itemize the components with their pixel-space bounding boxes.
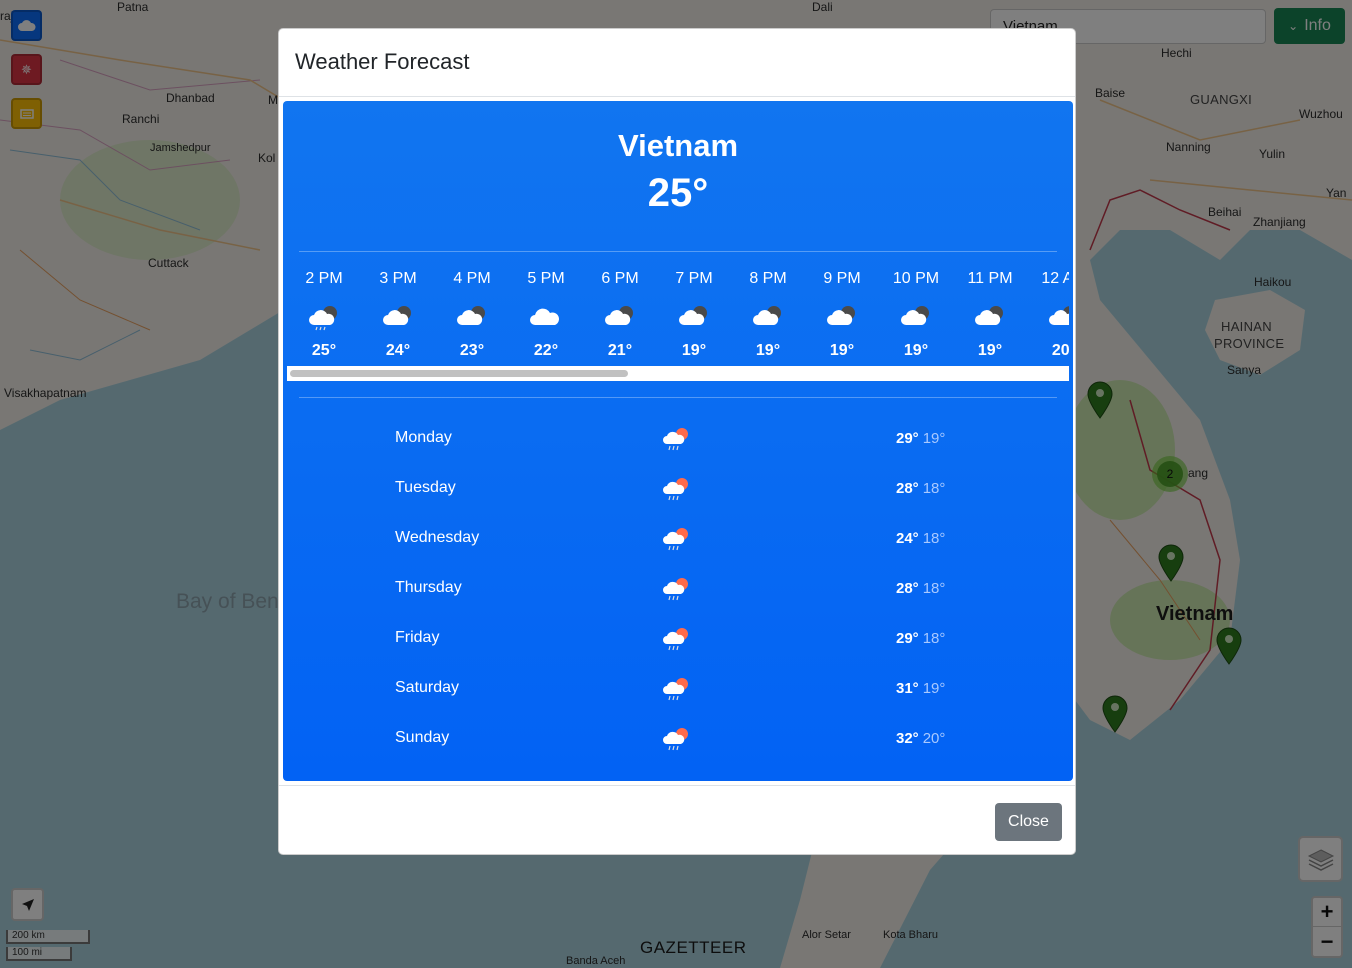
day-high: 28° [896, 580, 919, 597]
daily-row: Saturday 31° 19° [283, 664, 1073, 714]
close-button[interactable]: Close [995, 803, 1062, 841]
hourly-time: 7 PM [675, 270, 713, 287]
day-name: Sunday [395, 729, 450, 746]
hourly-temperature: 19° [755, 342, 781, 359]
hourly-time: 4 PM [453, 270, 491, 287]
day-high: 24° [896, 530, 919, 547]
hourly-temperature: 20° [1051, 342, 1069, 359]
hourly-item: 12 AM 20° [1027, 270, 1069, 360]
hourly-time: 9 PM [823, 270, 861, 287]
weather-modal: Weather Forecast Vietnam 25° 2 PM 25° 3 PM… [278, 28, 1076, 855]
day-temperatures: 31° 19° [896, 680, 945, 697]
day-low: 19° [922, 680, 946, 697]
cloud-icon [509, 292, 583, 342]
day-low: 20° [922, 730, 946, 747]
day-name: Thursday [395, 579, 462, 596]
cloud-night-icon [1027, 292, 1069, 342]
day-temperatures: 24° 18° [896, 530, 945, 547]
weather-location: Vietnam [617, 128, 739, 163]
rain-sun-cloud-icon [663, 475, 691, 503]
cloud-night-icon [953, 292, 1027, 342]
day-high: 29° [896, 630, 919, 647]
day-low: 18° [922, 580, 946, 597]
day-name: Monday [395, 429, 452, 446]
day-high: 32° [896, 730, 919, 747]
hourly-time: 8 PM [749, 270, 787, 287]
cloud-night-icon [657, 292, 731, 342]
hourly-time: 2 PM [305, 270, 343, 287]
rain-sun-cloud-icon [663, 675, 691, 703]
day-temperatures: 29° 19° [896, 430, 945, 447]
modal-header: Weather Forecast [279, 29, 1075, 97]
hourly-time: 5 PM [527, 270, 565, 287]
day-low: 19° [922, 430, 946, 447]
hourly-temperature: 22° [533, 342, 559, 359]
weather-card: Vietnam 25° 2 PM 25° 3 PM 24° 4 PM 23° 5 PM 22°… [283, 101, 1073, 781]
day-name: Wednesday [395, 529, 480, 546]
hourly-temperature: 19° [903, 342, 929, 359]
daily-row: Wednesday 24° 18° [283, 514, 1073, 564]
daily-row: Monday 29° 19° [283, 414, 1073, 464]
rain-sun-cloud-icon [663, 625, 691, 653]
hourly-item: 6 PM 21° [583, 270, 657, 360]
daily-row: Tuesday 28° 18° [283, 464, 1073, 514]
hourly-scrollbar[interactable] [287, 366, 1069, 381]
divider [299, 251, 1057, 252]
hourly-temperature: 19° [681, 342, 707, 359]
day-high: 31° [896, 680, 919, 697]
hourly-item: 3 PM 24° [361, 270, 435, 360]
day-temperatures: 28° 18° [896, 480, 945, 497]
day-temperatures: 28° 18° [896, 580, 945, 597]
hourly-temperature: 19° [829, 342, 855, 359]
day-name: Saturday [395, 679, 460, 696]
rain-sun-cloud-icon [663, 425, 691, 453]
cloud-night-icon [583, 292, 657, 342]
hourly-item: 2 PM 25° [287, 270, 361, 360]
rain-sun-cloud-icon [663, 525, 691, 553]
hourly-temperature: 23° [459, 342, 485, 359]
rain-cloud-night-icon [287, 292, 361, 342]
hourly-temperature: 19° [977, 342, 1003, 359]
modal-title: Weather Forecast [295, 49, 470, 74]
hourly-temperature: 21° [607, 342, 633, 359]
hourly-time: 12 AM [1041, 270, 1069, 287]
hourly-item: 5 PM 22° [509, 270, 583, 360]
scrollbar-thumb[interactable] [290, 370, 628, 377]
hourly-item: 8 PM 19° [731, 270, 805, 360]
day-low: 18° [922, 480, 946, 497]
hourly-temperature: 24° [385, 342, 411, 359]
cloud-night-icon [361, 292, 435, 342]
cloud-night-icon [435, 292, 509, 342]
hourly-time: 11 PM [967, 270, 1013, 287]
day-name: Tuesday [395, 479, 456, 496]
current-temperature: 25° [647, 171, 709, 215]
modal-footer: Close [279, 785, 1075, 854]
rain-sun-cloud-icon [663, 575, 691, 603]
rain-sun-cloud-icon [663, 725, 691, 753]
cloud-night-icon [805, 292, 879, 342]
hourly-item: 11 PM 19° [953, 270, 1027, 360]
divider [299, 397, 1057, 398]
hourly-item: 7 PM 19° [657, 270, 731, 360]
cloud-night-icon [879, 292, 953, 342]
hourly-time: 10 PM [892, 270, 940, 287]
day-temperatures: 29° 18° [896, 630, 945, 647]
daily-row: Thursday 28° 18° [283, 564, 1073, 614]
day-low: 18° [922, 530, 946, 547]
day-low: 18° [922, 630, 946, 647]
hourly-item: 10 PM 19° [879, 270, 953, 360]
cloud-night-icon [731, 292, 805, 342]
hourly-item: 9 PM 19° [805, 270, 879, 360]
day-temperatures: 32° 20° [896, 730, 945, 747]
day-name: Friday [395, 629, 440, 646]
daily-row: Friday 29° 18° [283, 614, 1073, 664]
hourly-temperature: 25° [311, 342, 337, 359]
hourly-item: 4 PM 23° [435, 270, 509, 360]
day-high: 28° [896, 480, 919, 497]
daily-row: Sunday 32° 20° [283, 714, 1073, 764]
hourly-time: 3 PM [379, 270, 417, 287]
hourly-time: 6 PM [601, 270, 639, 287]
day-high: 29° [896, 430, 919, 447]
